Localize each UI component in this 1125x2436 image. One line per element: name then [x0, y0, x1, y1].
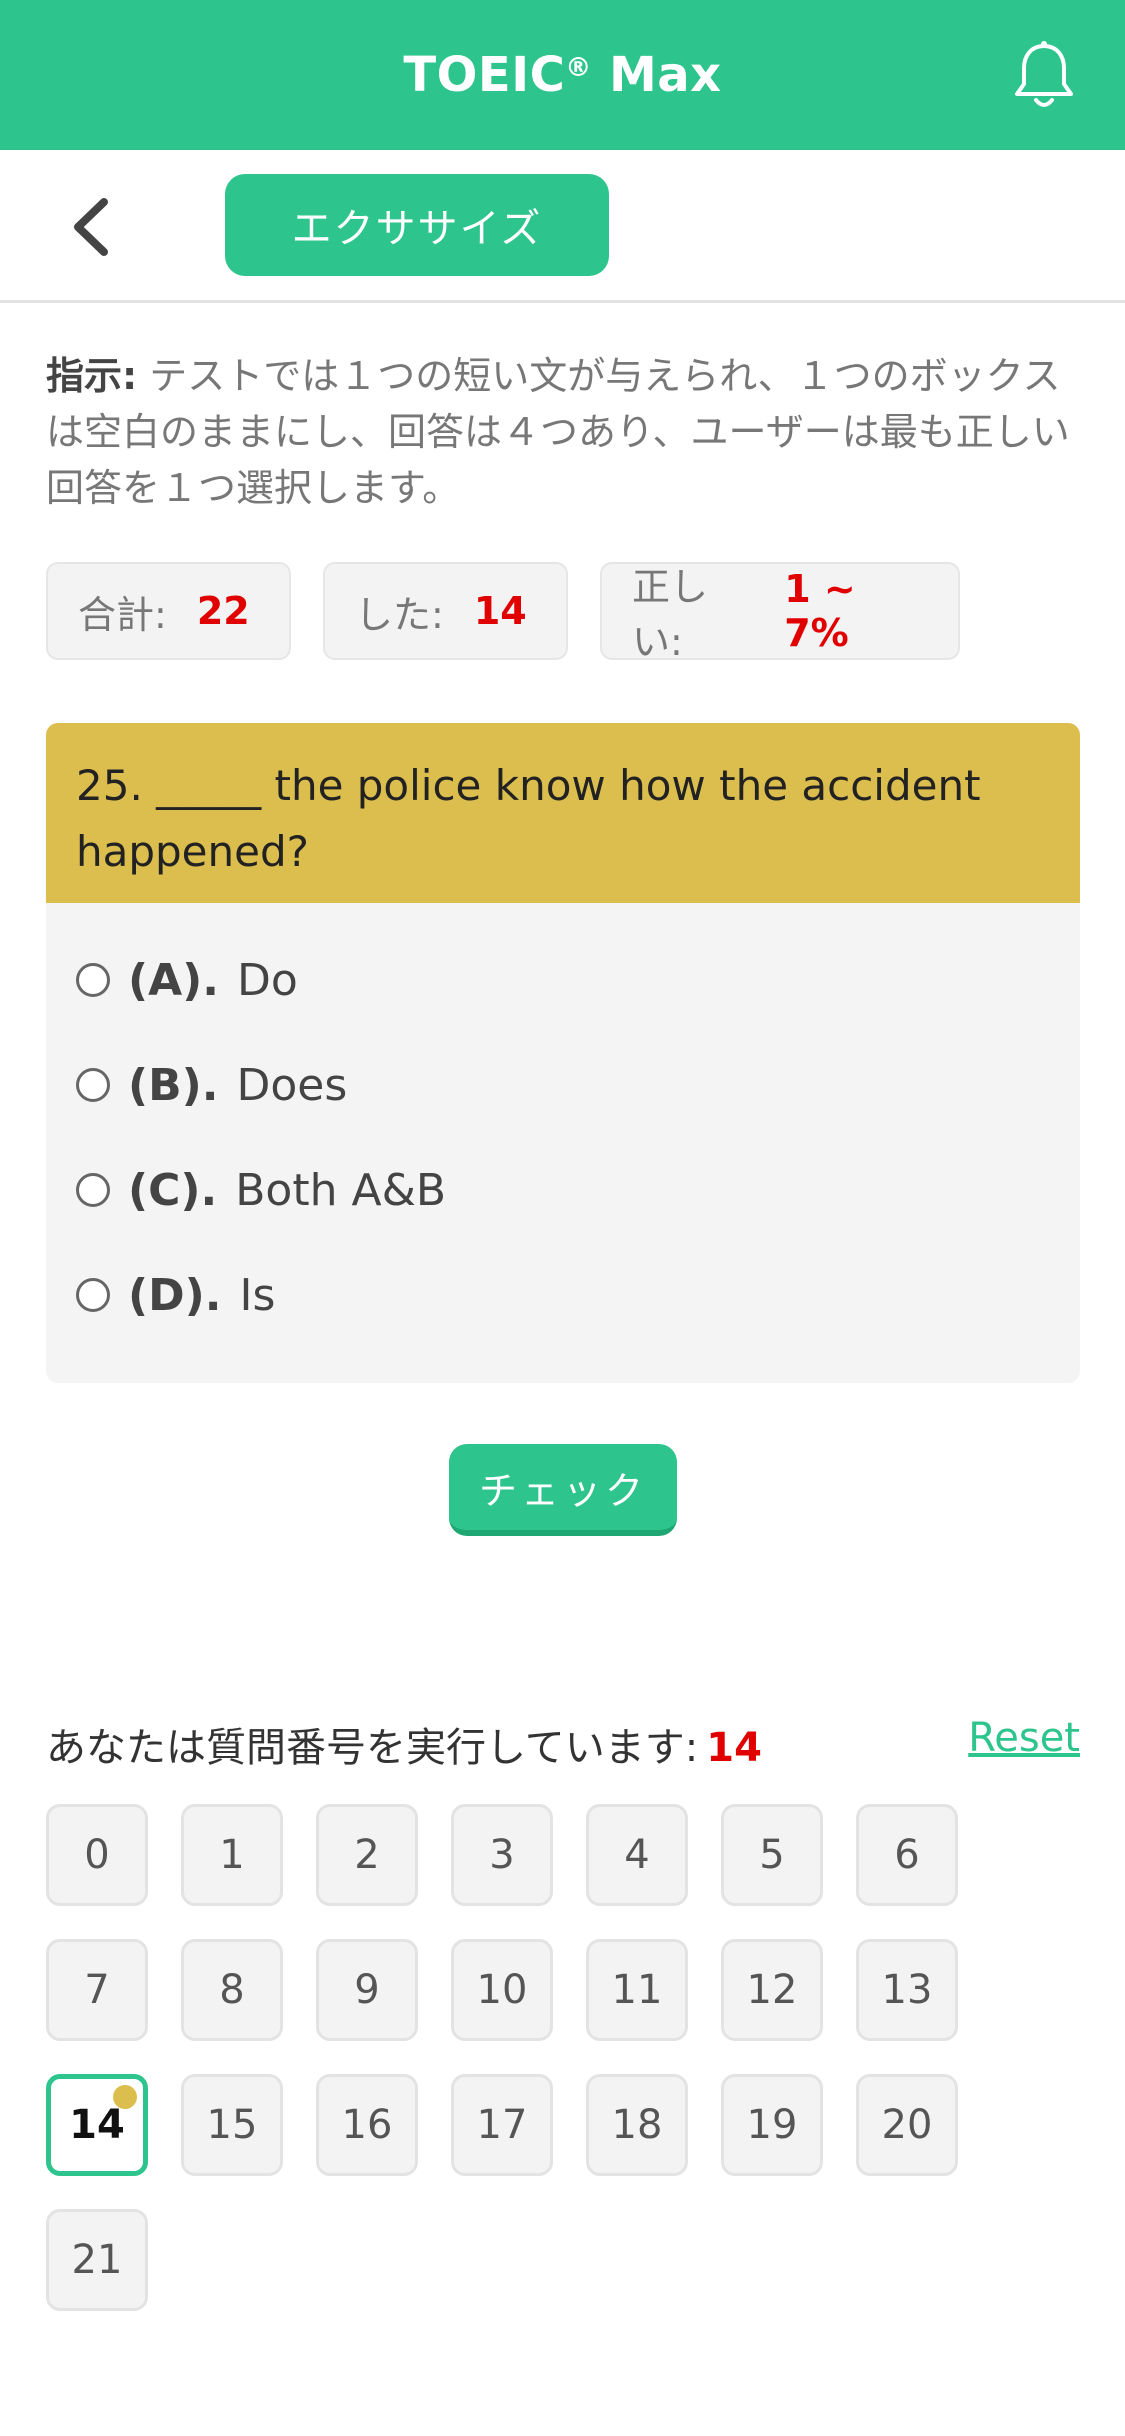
question-number-label: 12 [746, 1967, 798, 2013]
question-number-13[interactable]: 13 [856, 1939, 958, 2041]
question-number-14[interactable]: 14 [46, 2074, 148, 2176]
question-number-0[interactable]: 0 [46, 1804, 148, 1906]
question-card: 25. _____ the police know how the accide… [46, 723, 1080, 1383]
question-number-label: 5 [759, 1832, 785, 1878]
question-number-8[interactable]: 8 [181, 1939, 283, 2041]
question-number-19[interactable]: 19 [721, 2074, 823, 2176]
question-number-label: 20 [881, 2102, 933, 2148]
chevron-left-icon[interactable] [62, 194, 122, 260]
check-button[interactable]: チェック [449, 1444, 677, 1536]
question-number-label: 18 [611, 2102, 663, 2148]
question-number-16[interactable]: 16 [316, 2074, 418, 2176]
question-number-11[interactable]: 11 [586, 1939, 688, 2041]
option-d[interactable]: (D). Is [76, 1265, 275, 1325]
question-number-label: 14 [69, 2102, 125, 2148]
question-number-label: 17 [476, 2102, 528, 2148]
option-a[interactable]: (A). Do [76, 950, 298, 1010]
question-number-label: 1 [219, 1832, 245, 1878]
option-b[interactable]: (B). Does [76, 1055, 347, 1115]
question-number-7[interactable]: 7 [46, 1939, 148, 2041]
question-text: 25. _____ the police know how the accide… [46, 723, 1080, 903]
stat-total-value: 22 [196, 589, 250, 633]
question-number-21[interactable]: 21 [46, 2209, 148, 2311]
radio-button[interactable] [76, 1173, 110, 1207]
current-question-label: あなたは質問番号を実行しています: 14 [46, 1725, 762, 1771]
question-number-9[interactable]: 9 [316, 1939, 418, 2041]
question-number-label: 21 [71, 2237, 123, 2283]
exercise-button[interactable]: エクササイズ [225, 174, 609, 276]
question-number-5[interactable]: 5 [721, 1804, 823, 1906]
question-number-label: 0 [84, 1832, 110, 1878]
question-number-10[interactable]: 10 [451, 1939, 553, 2041]
question-number-4[interactable]: 4 [586, 1804, 688, 1906]
question-number-label: 6 [894, 1832, 920, 1878]
question-number-2[interactable]: 2 [316, 1804, 418, 1906]
question-number-1[interactable]: 1 [181, 1804, 283, 1906]
question-number-12[interactable]: 12 [721, 1939, 823, 2041]
stat-done-value: 14 [473, 589, 527, 633]
question-number-label: 10 [476, 1967, 528, 2013]
instruction-body: テストでは１つの短い文が与えられ、１つのボックスは空白のままにし、回答は４つあり… [46, 354, 1070, 510]
stat-correct-value: 1 ~ 7% [784, 567, 856, 655]
question-number-label: 19 [746, 2102, 798, 2148]
stat-correct: 正しい: 1 ~ 7% [600, 562, 960, 664]
radio-button[interactable] [76, 1068, 110, 1102]
stat-done: した: 14 [323, 562, 568, 660]
radio-button[interactable] [76, 1278, 110, 1312]
question-number-label: 16 [341, 2102, 393, 2148]
question-number-3[interactable]: 3 [451, 1804, 553, 1906]
question-number-label: 9 [354, 1967, 380, 2013]
question-number-label: 15 [206, 2102, 258, 2148]
question-number-20[interactable]: 20 [856, 2074, 958, 2176]
option-c[interactable]: (C). Both A&B [76, 1160, 446, 1220]
stat-total: 合計: 22 [46, 562, 291, 660]
stats-row: 合計: 22 した: 14 正しい: 1 ~ 7% [46, 562, 960, 664]
current-indicator-dot [113, 2085, 137, 2109]
question-number-17[interactable]: 17 [451, 2074, 553, 2176]
app-header: TOEIC® Max [0, 0, 1125, 150]
question-number-label: 3 [489, 1832, 515, 1878]
sub-toolbar: エクササイズ [0, 150, 1125, 303]
question-number-label: 2 [354, 1832, 380, 1878]
question-number-15[interactable]: 15 [181, 2074, 283, 2176]
bell-icon[interactable] [1011, 40, 1077, 112]
question-number-label: 7 [84, 1967, 110, 2013]
question-number-label: 4 [624, 1832, 650, 1878]
instruction-text: 指示: テストでは１つの短い文が与えられ、１つのボックスは空白のままにし、回答は… [46, 348, 1076, 516]
question-number-6[interactable]: 6 [856, 1804, 958, 1906]
question-number-label: 11 [611, 1967, 663, 2013]
reset-link[interactable]: Reset [968, 1715, 1080, 1761]
question-number-label: 13 [881, 1967, 933, 2013]
question-number-label: 8 [219, 1967, 245, 2013]
radio-button[interactable] [76, 963, 110, 997]
app-title: TOEIC® Max [403, 47, 722, 103]
instruction-label: 指示: [46, 354, 138, 398]
current-question-number: 14 [706, 1725, 762, 1771]
question-number-18[interactable]: 18 [586, 2074, 688, 2176]
